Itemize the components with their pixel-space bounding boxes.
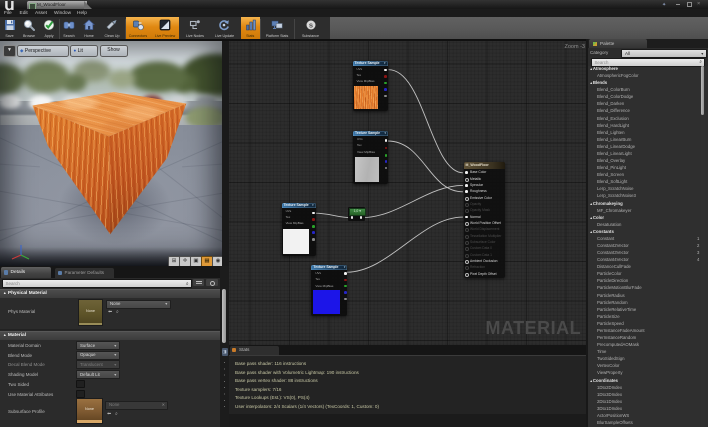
svg-text:s: s [308, 21, 312, 30]
